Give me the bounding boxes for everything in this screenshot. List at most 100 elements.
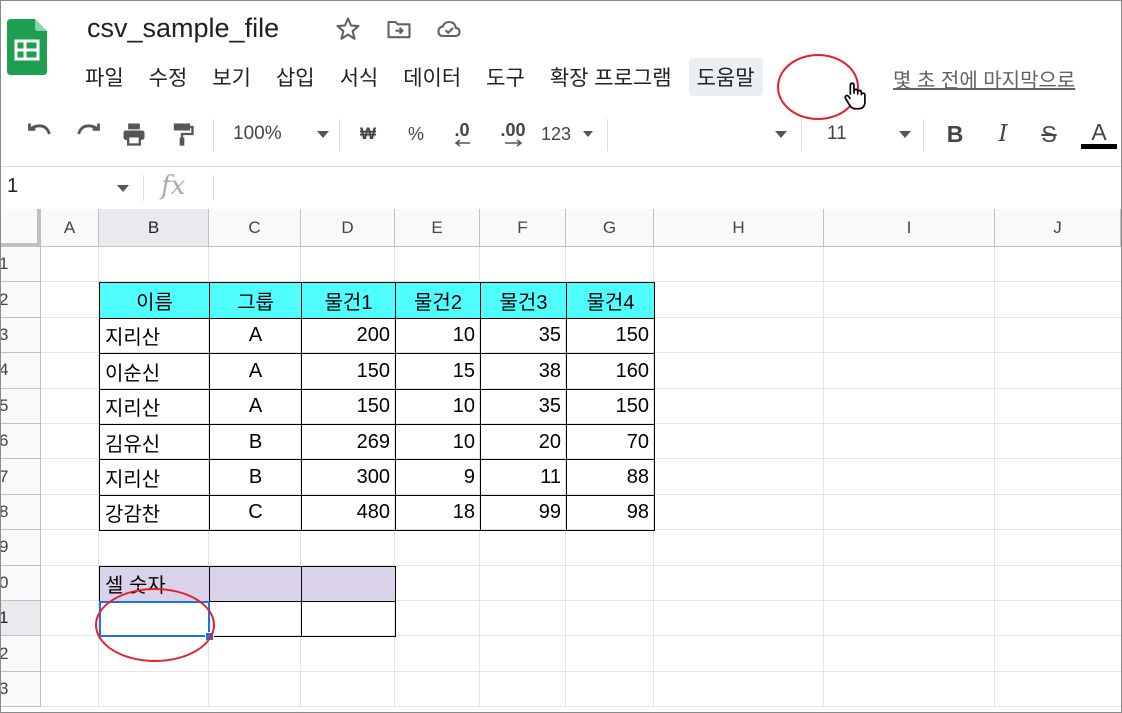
- formula-input[interactable]: [221, 171, 1111, 203]
- row-header[interactable]: 5: [1, 388, 41, 424]
- table-cell[interactable]: 이순신: [99, 353, 210, 390]
- table-cell[interactable]: 150: [566, 317, 655, 355]
- last-edit-link[interactable]: 몇 초 전에 마지막으로: [893, 64, 1075, 93]
- table-cell[interactable]: 150: [301, 353, 396, 390]
- row-header[interactable]: 2: [1, 282, 41, 318]
- table-cell[interactable]: 9: [395, 459, 481, 496]
- row-header[interactable]: 9: [1, 530, 41, 566]
- table-cell[interactable]: A: [209, 388, 302, 425]
- menu-format[interactable]: 서식: [340, 62, 379, 92]
- menu-data[interactable]: 데이터: [403, 62, 461, 92]
- table-cell[interactable]: 35: [480, 317, 567, 355]
- name-box[interactable]: 1: [7, 175, 18, 198]
- table-cell[interactable]: 지리산: [99, 388, 210, 425]
- table-cell[interactable]: C: [209, 494, 302, 532]
- column-header-j[interactable]: J: [995, 209, 1121, 247]
- row-header[interactable]: 7: [1, 459, 41, 495]
- redo-button[interactable]: [71, 117, 105, 151]
- menu-extensions[interactable]: 확장 프로그램: [550, 62, 672, 92]
- table-cell[interactable]: 200: [301, 317, 396, 355]
- table-cell[interactable]: 150: [566, 388, 655, 425]
- bold-button[interactable]: B: [941, 117, 969, 151]
- row-header[interactable]: 2: [1, 636, 41, 672]
- column-header-e[interactable]: E: [395, 209, 480, 247]
- row-header[interactable]: 0: [1, 565, 41, 601]
- table-cell[interactable]: 15: [395, 353, 481, 390]
- table-cell[interactable]: 10: [395, 424, 481, 461]
- table-cell[interactable]: 김유신: [99, 424, 210, 461]
- strikethrough-button[interactable]: S: [1035, 117, 1063, 151]
- table-cell[interactable]: 35: [480, 388, 567, 425]
- table-cell[interactable]: 10: [395, 317, 481, 355]
- row-header[interactable]: 6: [1, 424, 41, 460]
- table-cell[interactable]: 18: [395, 494, 481, 532]
- table-cell[interactable]: 70: [566, 424, 655, 461]
- summary-value-cell[interactable]: [301, 601, 396, 638]
- decrease-decimals-button[interactable]: .0: [445, 117, 479, 151]
- table-cell[interactable]: 300: [301, 459, 396, 496]
- currency-format-button[interactable]: ₩: [353, 117, 383, 151]
- table-cell[interactable]: 150: [301, 388, 396, 425]
- table-cell[interactable]: 269: [301, 424, 396, 461]
- table-header-cell[interactable]: 물건2: [395, 282, 481, 319]
- increase-decimals-button[interactable]: .00: [493, 117, 533, 151]
- menu-edit[interactable]: 수정: [149, 62, 188, 92]
- menu-help[interactable]: 도움말: [688, 58, 763, 96]
- table-header-cell[interactable]: 물건4: [566, 282, 655, 319]
- font-family-select[interactable]: [615, 117, 787, 151]
- table-cell[interactable]: A: [209, 317, 302, 355]
- table-cell[interactable]: 지리산: [99, 317, 210, 355]
- table-cell[interactable]: B: [209, 459, 302, 496]
- table-cell[interactable]: 10: [395, 388, 481, 425]
- column-header-f[interactable]: F: [480, 209, 566, 247]
- table-cell[interactable]: 98: [566, 494, 655, 532]
- column-header-i[interactable]: I: [824, 209, 995, 247]
- table-cell[interactable]: A: [209, 353, 302, 390]
- more-formats-select[interactable]: 123: [541, 117, 593, 151]
- paint-format-button[interactable]: [165, 117, 199, 151]
- column-header-a[interactable]: A: [41, 209, 99, 247]
- italic-button[interactable]: I: [989, 117, 1017, 151]
- column-header-d[interactable]: D: [301, 209, 395, 247]
- table-cell[interactable]: 강감찬: [99, 494, 210, 532]
- text-color-button[interactable]: A: [1081, 117, 1117, 151]
- select-all-corner[interactable]: [1, 209, 41, 247]
- table-header-cell[interactable]: 물건1: [301, 282, 396, 319]
- summary-header-cell[interactable]: [301, 565, 396, 602]
- star-icon[interactable]: [334, 15, 362, 43]
- table-header-cell[interactable]: 물건3: [480, 282, 567, 319]
- chevron-down-icon[interactable]: [117, 185, 129, 192]
- table-header-cell[interactable]: 그룹: [209, 282, 302, 319]
- table-cell[interactable]: 160: [566, 353, 655, 390]
- table-cell[interactable]: 20: [480, 424, 567, 461]
- cloud-saved-icon[interactable]: [435, 15, 463, 43]
- table-cell[interactable]: 38: [480, 353, 567, 390]
- table-cell[interactable]: B: [209, 424, 302, 461]
- sheets-logo-icon[interactable]: [7, 17, 49, 77]
- row-header[interactable]: 4: [1, 353, 41, 389]
- row-header[interactable]: 8: [1, 494, 41, 531]
- column-header-g[interactable]: G: [566, 209, 654, 247]
- column-header-c[interactable]: C: [209, 209, 301, 247]
- menu-view[interactable]: 보기: [212, 62, 251, 92]
- undo-button[interactable]: [23, 117, 57, 151]
- menu-tools[interactable]: 도구: [486, 62, 525, 92]
- table-cell[interactable]: 88: [566, 459, 655, 496]
- row-header[interactable]: 3: [1, 317, 41, 354]
- document-title[interactable]: csv_sample_file: [87, 13, 279, 44]
- table-cell[interactable]: 480: [301, 494, 396, 532]
- summary-value-cell[interactable]: [209, 601, 302, 638]
- table-cell[interactable]: 11: [480, 459, 567, 496]
- menu-insert[interactable]: 삽입: [276, 62, 315, 92]
- table-cell[interactable]: 지리산: [99, 459, 210, 496]
- percent-format-button[interactable]: %: [401, 117, 431, 151]
- row-header[interactable]: 3: [1, 671, 41, 708]
- row-header[interactable]: 1: [1, 601, 41, 637]
- column-header-b[interactable]: B: [99, 209, 209, 247]
- column-header-h[interactable]: H: [654, 209, 824, 247]
- summary-header-cell[interactable]: [209, 565, 302, 602]
- row-header[interactable]: 1: [1, 247, 41, 283]
- menu-file[interactable]: 파일: [85, 62, 124, 92]
- print-button[interactable]: [117, 117, 151, 151]
- move-to-folder-icon[interactable]: [385, 15, 413, 43]
